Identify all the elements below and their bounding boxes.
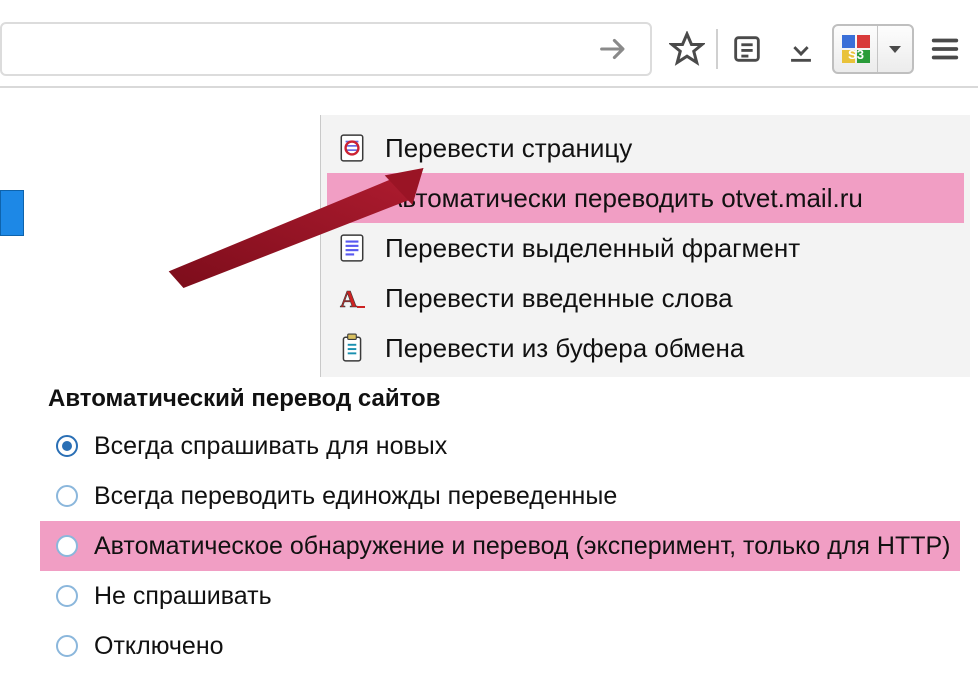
radio-option-dont-ask[interactable]: Не спрашивать (40, 571, 960, 621)
menu-item-label: Автоматически переводить otvet.mail.ru (385, 183, 863, 214)
star-icon[interactable] (660, 22, 714, 76)
menu-item-translate-typed[interactable]: A Перевести введенные слова (327, 273, 964, 323)
toolbar-separator (716, 29, 718, 69)
radio-option-auto-detect[interactable]: Автоматическое обнаружение и перевод (эк… (40, 521, 960, 571)
radio-option-disabled[interactable]: Отключено (40, 621, 960, 671)
hamburger-menu-icon[interactable] (918, 22, 972, 76)
radio-icon (56, 535, 78, 557)
menu-item-auto-translate-site[interactable]: Автоматически переводить otvet.mail.ru (327, 173, 964, 223)
menu-item-label: Перевести из буфера обмена (385, 333, 744, 364)
s3-translator-button[interactable]: S3 (832, 24, 914, 74)
radio-label: Отключено (94, 632, 224, 661)
page-accent-strip (0, 190, 24, 236)
download-icon[interactable] (774, 22, 828, 76)
spacer-icon (333, 182, 371, 214)
svg-text:S3: S3 (848, 47, 864, 62)
options-title: Автоматический перевод сайтов (40, 385, 960, 413)
menu-item-translate-clipboard[interactable]: Перевести из буфера обмена (327, 323, 964, 373)
reading-list-icon[interactable] (720, 22, 774, 76)
s3-icon: S3 (834, 26, 878, 72)
browser-toolbar: S3 (0, 12, 978, 88)
radio-option-ask-new[interactable]: Всегда спрашивать для новых (40, 421, 960, 471)
radio-option-always-translate-once[interactable]: Всегда переводить единожды переведенные (40, 471, 960, 521)
radio-icon (56, 585, 78, 607)
chevron-down-icon[interactable] (878, 41, 912, 57)
radio-label: Не спрашивать (94, 582, 272, 611)
clipboard-icon (333, 332, 371, 364)
menu-item-translate-selection[interactable]: Перевести выделенный фрагмент (327, 223, 964, 273)
translate-context-menu: Перевести страницу Автоматически перевод… (320, 115, 970, 377)
letter-a-icon: A (333, 282, 371, 314)
menu-item-label: Перевести страницу (385, 133, 632, 164)
radio-label: Автоматическое обнаружение и перевод (эк… (94, 532, 951, 561)
menu-item-label: Перевести выделенный фрагмент (385, 233, 800, 264)
page-swirl-icon (333, 132, 371, 164)
radio-icon (56, 485, 78, 507)
radio-label: Всегда переводить единожды переведенные (94, 482, 617, 511)
radio-icon (56, 635, 78, 657)
svg-text:A: A (340, 287, 358, 311)
radio-icon (56, 435, 78, 457)
radio-label: Всегда спрашивать для новых (94, 432, 447, 461)
auto-translate-options: Автоматический перевод сайтов Всегда спр… (40, 385, 960, 671)
menu-item-translate-page[interactable]: Перевести страницу (327, 123, 964, 173)
menu-item-label: Перевести введенные слова (385, 283, 733, 314)
page-lines-icon (333, 232, 371, 264)
url-bar[interactable] (0, 22, 652, 76)
go-arrow-icon[interactable] (586, 22, 640, 76)
